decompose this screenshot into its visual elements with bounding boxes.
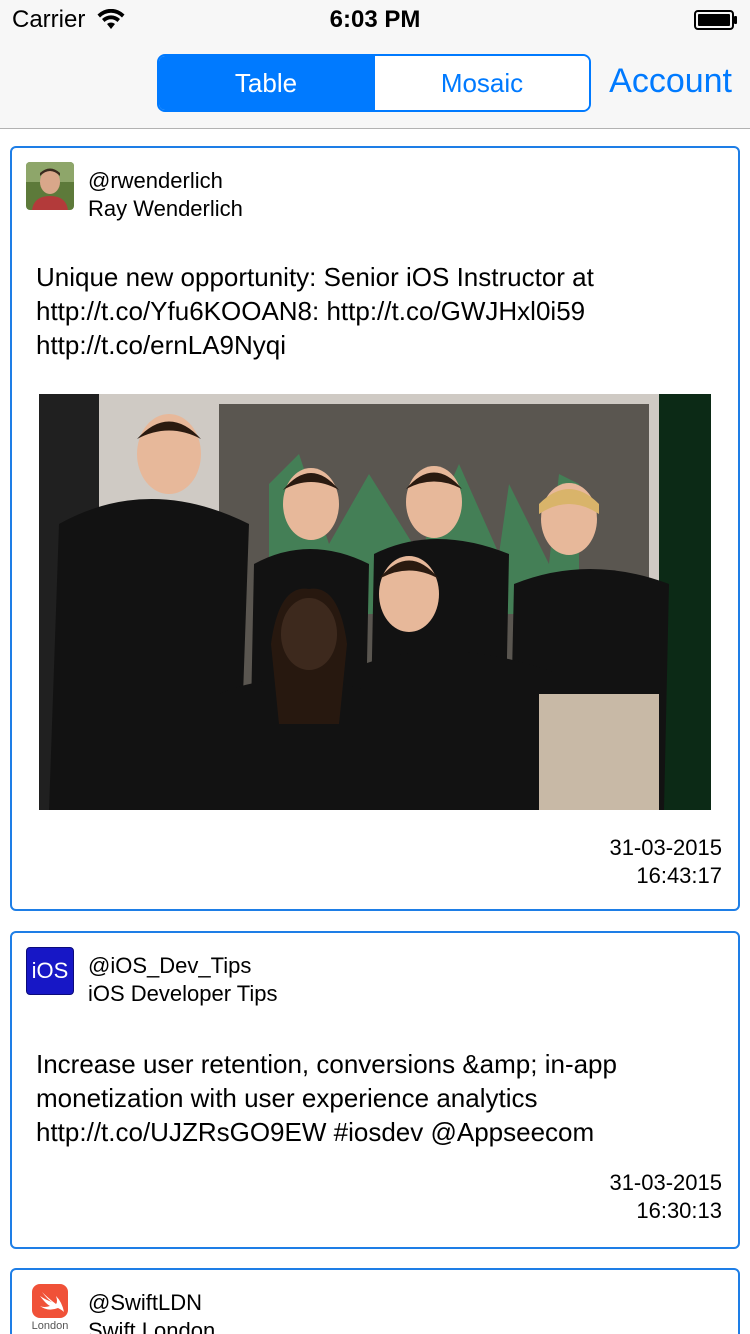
tweet-author-name: Swift London: [88, 1318, 216, 1334]
tweet-timestamp: 31-03-2015 16:30:13: [609, 1169, 722, 1225]
tweet-handle[interactable]: @iOS_Dev_Tips: [88, 953, 251, 979]
tweet-photo[interactable]: [39, 394, 711, 810]
segment-table[interactable]: Table: [159, 56, 373, 110]
tweet-time: 16:43:17: [636, 863, 722, 888]
view-mode-segmented-control: Table Mosaic: [157, 54, 591, 112]
navigation-bar: Table Mosaic Account: [0, 40, 750, 129]
tweet-timestamp: 31-03-2015 16:43:17: [609, 834, 722, 890]
tweet-text: Increase user retention, conversions &am…: [36, 1049, 617, 1147]
tweet-handle[interactable]: @SwiftLDN: [88, 1290, 202, 1316]
tweet-card[interactable]: London @SwiftLDN Swift London: [10, 1268, 740, 1334]
avatar[interactable]: [26, 162, 74, 210]
avatar-label: London: [31, 1320, 69, 1332]
tweet-time: 16:30:13: [636, 1198, 722, 1223]
tweet-card[interactable]: iOS @iOS_Dev_Tips iOS Developer Tips Inc…: [10, 931, 740, 1249]
swift-icon: [32, 1284, 68, 1318]
tweet-feed[interactable]: @rwenderlich Ray Wenderlich Unique new o…: [0, 129, 750, 1334]
tweet-date: 31-03-2015: [609, 1170, 722, 1195]
person-avatar-icon: [26, 162, 74, 210]
battery-icon: [694, 10, 737, 30]
tweet-text: Unique new opportunity: Senior iOS Instr…: [36, 262, 594, 360]
team-photo-image: [39, 394, 711, 810]
avatar-label: iOS: [31, 958, 69, 983]
tweet-author-name: iOS Developer Tips: [88, 981, 278, 1006]
tweet-card[interactable]: @rwenderlich Ray Wenderlich Unique new o…: [10, 146, 740, 911]
tweet-author-name: Ray Wenderlich: [88, 196, 243, 221]
avatar[interactable]: iOS: [26, 947, 74, 995]
status-bar: Carrier 6:03 PM: [0, 0, 750, 40]
account-button[interactable]: Account: [609, 62, 732, 101]
clock: 6:03 PM: [329, 6, 421, 33]
tweet-handle[interactable]: @rwenderlich: [88, 168, 223, 194]
avatar[interactable]: London: [26, 1284, 74, 1332]
tweet-date: 31-03-2015: [609, 835, 722, 860]
segment-mosaic[interactable]: Mosaic: [373, 56, 589, 110]
